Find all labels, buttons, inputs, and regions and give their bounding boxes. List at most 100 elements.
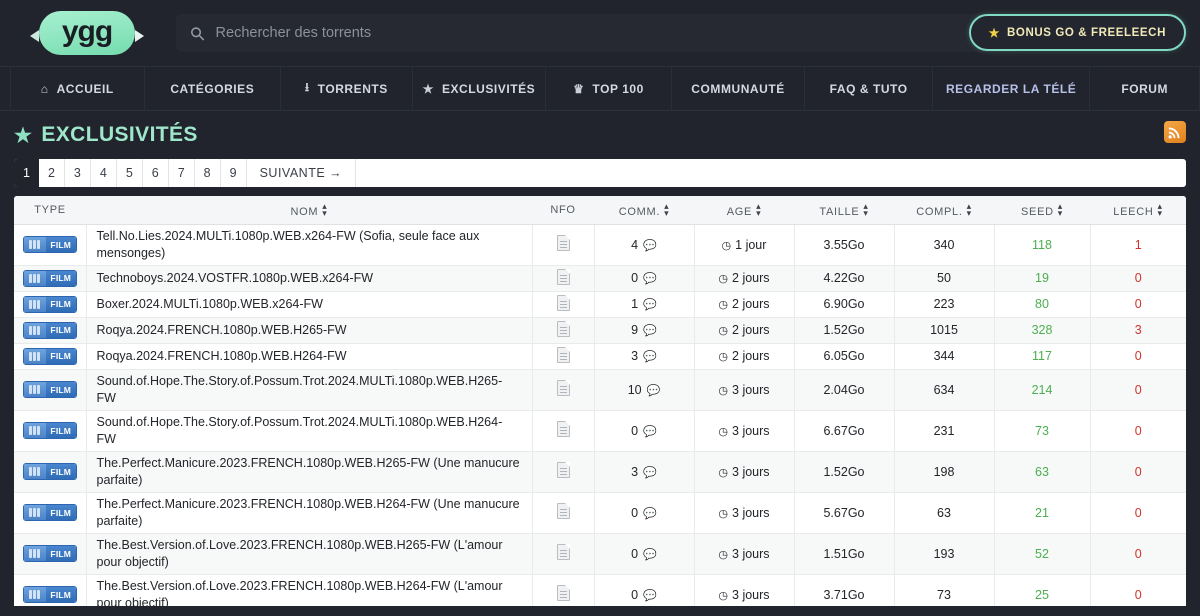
cell-size: 4.22Go <box>794 265 895 291</box>
cell-torrent-name[interactable]: Boxer.2024.MULTi.1080p.WEB.x264-FW <box>86 291 533 317</box>
cell-nfo <box>532 369 595 410</box>
nfo-document-icon[interactable] <box>556 503 570 519</box>
nfo-document-icon[interactable] <box>556 421 570 437</box>
nfo-document-icon[interactable] <box>556 320 570 337</box>
site-logo[interactable]: ygg <box>30 10 144 56</box>
type-badge-film[interactable]: FILM <box>22 545 77 562</box>
nfo-document-icon[interactable] <box>556 346 570 363</box>
nav-item-faq-tuto[interactable]: FAQ & TUTO <box>805 67 933 110</box>
cell-torrent-name[interactable]: The.Perfect.Manicure.2023.FRENCH.1080p.W… <box>86 492 533 533</box>
table-row[interactable]: FILM Sound.of.Hope.The.Story.of.Possum.Tr… <box>14 410 1186 451</box>
nav-item-torrents[interactable]: ⭳ TORRENTS <box>281 67 413 110</box>
pagination-page-3[interactable]: 3 <box>65 159 91 187</box>
pagination-page-8[interactable]: 8 <box>195 159 221 187</box>
table-row[interactable]: FILM The.Best.Version.of.Love.2023.FRENCH… <box>14 574 1186 606</box>
cell-torrent-name[interactable]: Tell.No.Lies.2024.MULTi.1080p.WEB.x264-F… <box>86 224 533 265</box>
film-strip-icon <box>23 322 46 338</box>
nfo-document-icon[interactable] <box>556 544 570 560</box>
clock-icon: ◷ <box>718 507 729 520</box>
type-badge-film[interactable]: FILM <box>22 295 77 313</box>
type-badge-film[interactable]: FILM <box>22 504 77 521</box>
nav-item-exclusivit-s[interactable]: ★ EXCLUSIVITÉS <box>413 67 547 110</box>
nav-item-label: COMMUNAUTÉ <box>691 81 785 96</box>
type-badge-film[interactable]: FILM <box>22 381 77 398</box>
cell-nfo <box>532 492 595 533</box>
cell-torrent-name[interactable]: The.Best.Version.of.Love.2023.FRENCH.108… <box>86 533 533 574</box>
nav-item-accueil[interactable]: ⌂ ACCUEIL <box>10 67 145 110</box>
pagination-page-7[interactable]: 7 <box>169 159 195 187</box>
pagination-page-2[interactable]: 2 <box>39 159 65 187</box>
nfo-document-icon[interactable] <box>556 462 570 478</box>
type-badge-film[interactable]: FILM <box>22 422 77 439</box>
film-strip-icon <box>23 464 46 479</box>
clock-icon: ◷ <box>718 273 729 285</box>
search-input[interactable] <box>215 25 1007 41</box>
nav-item-cat-gories[interactable]: CATÉGORIES <box>145 67 282 110</box>
cell-torrent-name[interactable]: Sound.of.Hope.The.Story.of.Possum.Trot.2… <box>86 410 533 451</box>
cell-torrent-name[interactable]: Sound.of.Hope.The.Story.of.Possum.Trot.2… <box>86 369 533 410</box>
cell-torrent-name[interactable]: Technoboys.2024.VOSTFR.1080p.WEB.x264-FW <box>86 265 533 291</box>
star-icon: ★ <box>422 81 434 96</box>
nav-item-regarder-la-t-l[interactable]: REGARDER LA TÉLÉ <box>933 67 1091 110</box>
column-header-seed[interactable]: SEED ▴ ▾ <box>994 196 1090 225</box>
nfo-document-icon[interactable] <box>556 294 570 311</box>
cell-torrent-name[interactable]: Roqya.2024.FRENCH.1080p.WEB.H265-FW <box>86 317 533 343</box>
film-strip-icon <box>23 423 46 438</box>
nav-item-forum[interactable]: FORUM <box>1090 67 1200 110</box>
column-header-taille[interactable]: TAILLE ▴ ▾ <box>794 196 894 225</box>
sort-arrows-icon[interactable]: ▴ ▾ <box>863 201 868 217</box>
type-badge-film[interactable]: FILM <box>22 269 77 287</box>
cell-leech: 0 <box>1134 505 1142 520</box>
table-row[interactable]: FILM Technoboys.2024.VOSTFR.1080p.WEB.x26… <box>14 265 1186 291</box>
cell-torrent-name[interactable]: The.Best.Version.of.Love.2023.FRENCH.108… <box>86 574 533 606</box>
table-row[interactable]: FILM Sound.of.Hope.The.Story.of.Possum.Tr… <box>14 369 1186 410</box>
column-header-compl[interactable]: COMPL. ▴ ▾ <box>894 196 994 225</box>
pagination-page-6[interactable]: 6 <box>143 159 169 187</box>
pagination-next-button[interactable]: SUIVANTE → <box>247 159 357 187</box>
cell-completed: 50 <box>894 265 995 291</box>
pagination-page-9[interactable]: 9 <box>221 159 247 187</box>
sort-arrows-icon[interactable]: ▴ ▾ <box>1157 201 1162 217</box>
nfo-document-icon[interactable] <box>556 268 570 285</box>
table-row[interactable]: FILM Tell.No.Lies.2024.MULTi.1080p.WEB.x2… <box>14 224 1186 265</box>
cell-torrent-name[interactable]: Roqya.2024.FRENCH.1080p.WEB.H264-FW <box>86 343 533 369</box>
search-box[interactable] <box>176 14 1021 52</box>
comment-count: 0 <box>631 271 639 285</box>
sort-arrows-icon[interactable]: ▴ ▾ <box>1058 201 1063 217</box>
nav-item-communaut[interactable]: COMMUNAUTÉ <box>672 67 806 110</box>
film-strip-icon <box>23 296 46 312</box>
cell-comments: 1 💬 <box>594 291 695 317</box>
sort-arrows-icon[interactable]: ▴ ▾ <box>756 201 761 217</box>
table-row[interactable]: FILM The.Best.Version.of.Love.2023.FRENCH… <box>14 533 1186 574</box>
table-row[interactable]: FILM Roqya.2024.FRENCH.1080p.WEB.H264-FW 3… <box>14 343 1186 369</box>
cell-torrent-name[interactable]: The.Perfect.Manicure.2023.FRENCH.1080p.W… <box>86 451 533 492</box>
pagination-page-1[interactable]: 1 <box>14 159 39 187</box>
sort-arrows-icon[interactable]: ▴ ▾ <box>664 201 669 217</box>
table-row[interactable]: FILM Boxer.2024.MULTi.1080p.WEB.x264-FW 1 💬… <box>14 291 1186 317</box>
nfo-document-icon[interactable] <box>556 235 570 251</box>
cell-nfo <box>532 574 595 606</box>
column-header-comm[interactable]: COMM. ▴ ▾ <box>594 196 694 225</box>
table-row[interactable]: FILM The.Perfect.Manicure.2023.FRENCH.108… <box>14 492 1186 533</box>
rss-feed-icon[interactable] <box>1164 121 1186 143</box>
pagination-page-4[interactable]: 4 <box>91 159 117 187</box>
sort-arrows-icon[interactable]: ▴ ▾ <box>967 201 972 217</box>
type-badge-film[interactable]: FILM <box>22 463 77 480</box>
nfo-document-icon[interactable] <box>556 380 570 396</box>
table-row[interactable]: FILM The.Perfect.Manicure.2023.FRENCH.108… <box>14 451 1186 492</box>
bonus-freeleech-button[interactable]: ★ BONUS GO & FREELEECH <box>968 14 1186 51</box>
type-badge-film[interactable]: FILM <box>22 586 77 603</box>
type-badge-film[interactable]: FILM <box>22 321 77 339</box>
column-header-nom[interactable]: NOM ▴ ▾ <box>86 196 532 225</box>
column-header-age[interactable]: AGE ▴ ▾ <box>694 196 794 225</box>
type-badge-film[interactable]: FILM <box>22 236 77 253</box>
page-header: ★ EXCLUSIVITÉS <box>0 111 1200 159</box>
nav-item-top-100[interactable]: ♛ TOP 100 <box>546 67 672 110</box>
pagination-page-5[interactable]: 5 <box>117 159 143 187</box>
type-badge-film[interactable]: FILM <box>22 347 77 365</box>
table-row[interactable]: FILM Roqya.2024.FRENCH.1080p.WEB.H265-FW 9… <box>14 317 1186 343</box>
nfo-document-icon[interactable] <box>556 585 570 601</box>
column-header-leech[interactable]: LEECH ▴ ▾ <box>1090 196 1186 225</box>
cell-age: ◷ 1 jour <box>694 224 795 265</box>
sort-arrows-icon[interactable]: ▴ ▾ <box>322 201 327 217</box>
